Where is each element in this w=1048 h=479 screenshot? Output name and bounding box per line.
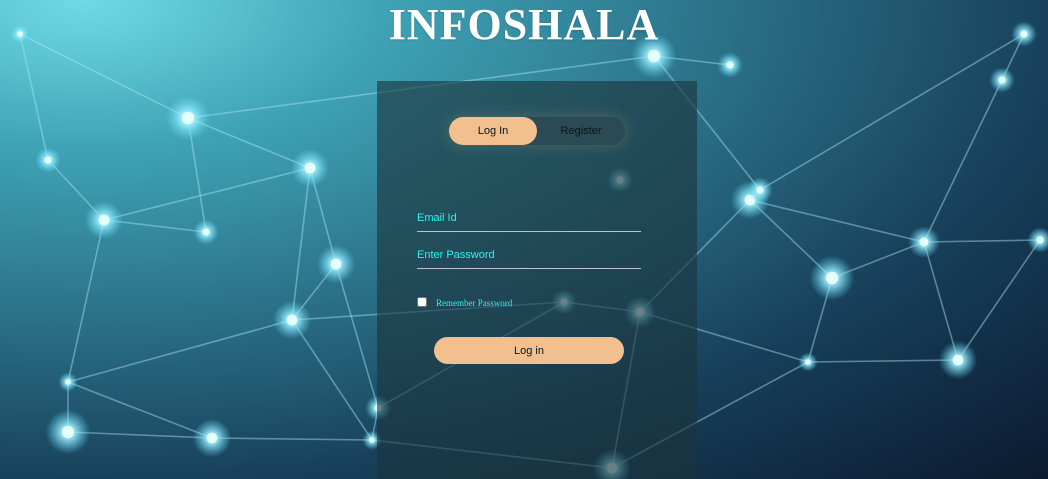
network-node <box>1036 236 1044 244</box>
network-link <box>749 199 925 243</box>
tab-login[interactable]: Log In <box>449 117 537 145</box>
network-link <box>807 359 959 363</box>
network-node <box>98 214 110 226</box>
network-link <box>103 167 311 221</box>
network-node <box>286 314 298 326</box>
remember-label: Remember Password <box>436 298 513 308</box>
network-link <box>923 239 1041 243</box>
email-input[interactable] <box>417 207 641 229</box>
email-field-wrapper <box>417 207 641 232</box>
network-node <box>998 76 1006 84</box>
login-panel: Log In Register Remember Password Log in <box>377 81 697 479</box>
network-node <box>181 111 195 125</box>
network-link <box>291 167 311 321</box>
network-node <box>726 61 734 69</box>
network-node <box>330 258 342 270</box>
tab-register[interactable]: Register <box>537 117 625 145</box>
network-node <box>206 432 218 444</box>
network-node <box>369 437 375 443</box>
login-button[interactable]: Log in <box>434 337 624 364</box>
network-link <box>67 319 293 383</box>
network-link <box>335 263 379 409</box>
network-node <box>647 49 661 63</box>
network-node <box>61 425 75 439</box>
network-node <box>805 359 811 365</box>
network-link <box>211 437 373 441</box>
network-node <box>919 237 929 247</box>
network-link <box>67 219 105 383</box>
network-link <box>759 33 1025 191</box>
network-node <box>756 186 764 194</box>
network-node <box>825 271 839 285</box>
password-field-wrapper <box>417 244 641 269</box>
auth-tab-switch: Log In Register <box>449 117 625 145</box>
network-node <box>304 162 316 174</box>
remember-checkbox[interactable] <box>417 297 427 307</box>
network-link <box>291 319 373 441</box>
network-node <box>65 379 71 385</box>
network-node <box>44 156 52 164</box>
app-title: INFOSHALA <box>388 0 660 49</box>
network-node <box>202 228 210 236</box>
network-link <box>19 33 49 161</box>
password-input[interactable] <box>417 244 641 266</box>
network-link <box>957 239 1041 361</box>
network-node <box>952 354 964 366</box>
network-link <box>923 79 1003 243</box>
